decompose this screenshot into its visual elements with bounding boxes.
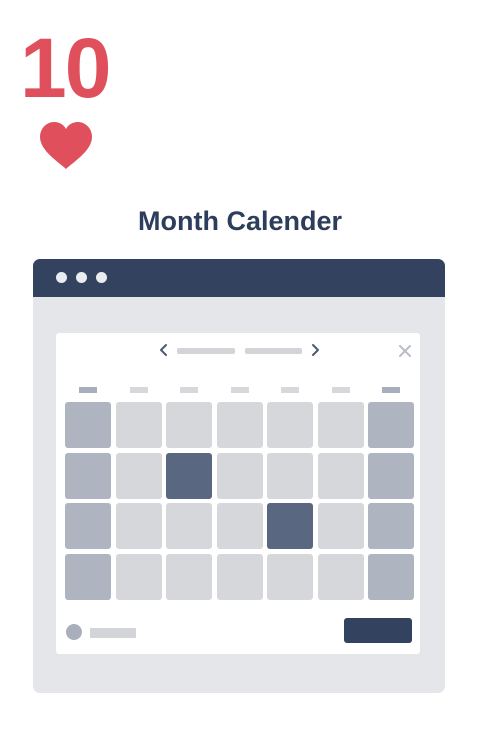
day-cell[interactable] (368, 553, 414, 600)
day-cell[interactable] (166, 503, 212, 549)
day-cell[interactable] (216, 503, 263, 549)
window-dot (56, 272, 67, 283)
day-cell[interactable] (317, 402, 364, 448)
month-label-placeholder (177, 348, 235, 354)
window-dot (96, 272, 107, 283)
chevron-left-icon (160, 344, 167, 356)
weekday-label (129, 387, 148, 393)
day-cell[interactable] (65, 452, 111, 499)
confirm-button[interactable] (344, 618, 412, 643)
day-cell[interactable] (267, 402, 313, 448)
weekday-label (230, 387, 249, 393)
day-cell[interactable] (317, 452, 364, 499)
window-dot (76, 272, 87, 283)
legend-dot (66, 624, 82, 640)
day-cell[interactable] (65, 553, 111, 600)
weekday-label (331, 387, 350, 393)
selected-day-cell[interactable] (267, 503, 313, 549)
day-cell[interactable] (368, 402, 414, 448)
day-cell[interactable] (368, 452, 414, 499)
heart-shape (40, 122, 92, 169)
day-cell[interactable] (368, 503, 414, 549)
day-cell[interactable] (267, 553, 313, 600)
selected-day-cell[interactable] (166, 452, 212, 499)
day-cell[interactable] (166, 553, 212, 600)
day-cell[interactable] (115, 452, 162, 499)
day-cell[interactable] (65, 503, 111, 549)
day-cell[interactable] (166, 402, 212, 448)
day-cell[interactable] (317, 503, 364, 549)
legend-label-placeholder (90, 628, 136, 638)
day-cell[interactable] (216, 553, 263, 600)
card-rank: 10 (20, 21, 111, 115)
day-cell[interactable] (317, 553, 364, 600)
day-cell[interactable] (216, 402, 263, 448)
day-cell[interactable] (115, 402, 162, 448)
page-title: Month Calender (137, 206, 342, 236)
weekday-label (79, 387, 97, 393)
year-label-placeholder (245, 348, 302, 354)
day-cell[interactable] (267, 452, 313, 499)
day-cell[interactable] (115, 553, 162, 600)
weekday-label (180, 387, 198, 393)
weekday-label (382, 387, 400, 393)
window-titlebar (33, 259, 445, 297)
next-month-button[interactable] (308, 343, 322, 357)
close-button[interactable] (397, 343, 413, 359)
calendar-panel (56, 333, 420, 654)
day-cell[interactable] (115, 503, 162, 549)
calendar-window (33, 259, 445, 693)
close-icon (399, 345, 411, 357)
weekday-label (281, 387, 299, 393)
heart-icon (38, 121, 94, 171)
day-cell[interactable] (65, 402, 111, 448)
prev-month-button[interactable] (157, 343, 171, 357)
day-cell[interactable] (216, 452, 263, 499)
chevron-right-icon (312, 344, 319, 356)
